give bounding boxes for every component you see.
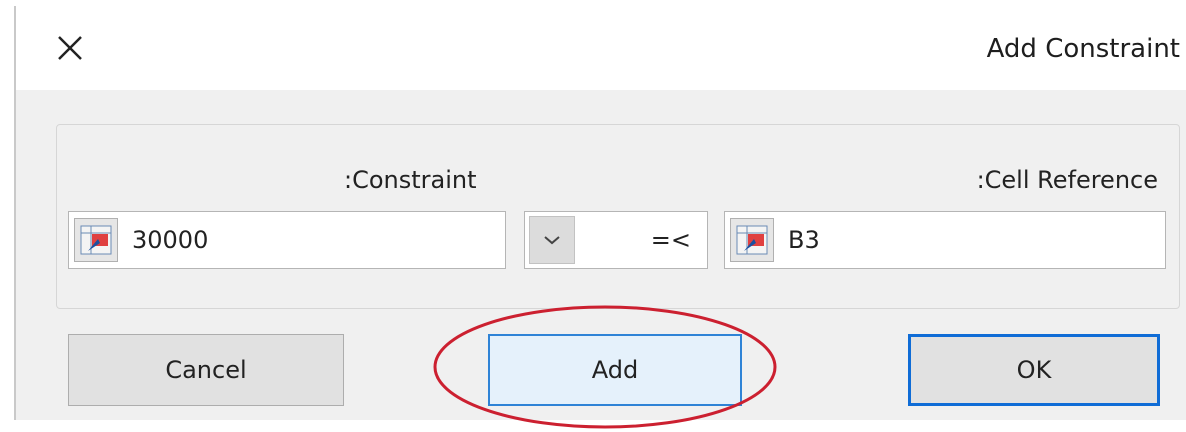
constraint-input[interactable]: 30000 — [68, 211, 506, 269]
range-select-icon[interactable] — [730, 218, 774, 262]
cell-reference-input[interactable]: B3 — [724, 211, 1166, 269]
cancel-button-label: Cancel — [165, 356, 247, 384]
dialog-title: Add Constraint — [986, 34, 1180, 64]
add-button-label: Add — [591, 356, 639, 384]
operator-dropdown-button[interactable] — [529, 216, 575, 264]
constraint-value: 30000 — [132, 226, 209, 254]
range-select-glyph — [736, 225, 768, 255]
ok-button[interactable]: OK — [908, 334, 1160, 406]
close-button[interactable] — [50, 28, 90, 68]
ok-button-label: OK — [1016, 356, 1052, 384]
range-select-glyph — [80, 225, 112, 255]
operator-value: =< — [650, 226, 691, 254]
close-icon — [58, 36, 82, 60]
chevron-down-icon — [544, 236, 560, 245]
add-button[interactable]: Add — [488, 334, 742, 406]
cell-reference-value: B3 — [788, 226, 820, 254]
range-select-icon[interactable] — [74, 218, 118, 262]
constraint-label-text: :Constraint — [344, 166, 477, 194]
title-bar: Add Constraint — [16, 6, 1186, 90]
constraint-label: :Constraint — [344, 166, 477, 194]
cell-reference-label-text: :Cell Reference — [976, 166, 1158, 194]
cell-reference-label: :Cell Reference — [977, 166, 1158, 194]
operator-select[interactable]: =< — [524, 211, 708, 269]
cancel-button[interactable]: Cancel — [68, 334, 344, 406]
